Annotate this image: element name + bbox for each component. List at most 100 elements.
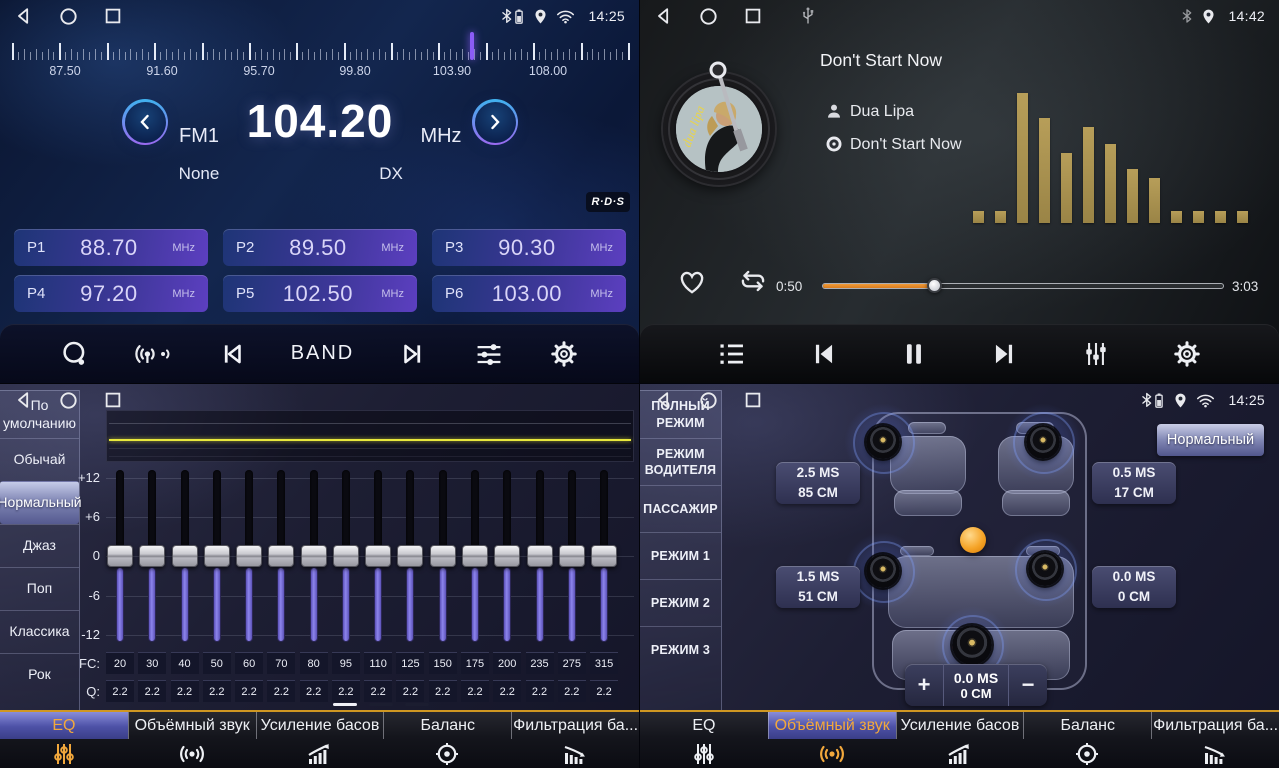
listening-position-ball[interactable]	[960, 527, 986, 553]
tune-down-button[interactable]	[122, 99, 168, 145]
settings-icon[interactable]	[1172, 339, 1202, 369]
prev-track-icon[interactable]	[217, 339, 247, 369]
stage-mode-6[interactable]: РЕЖИМ 3	[640, 626, 721, 673]
tab-eq-sliders[interactable]: EQ	[640, 712, 768, 768]
slider-handle[interactable]	[204, 545, 230, 567]
decrease-delay-button[interactable]: −	[1009, 664, 1047, 706]
slider-handle[interactable]	[301, 545, 327, 567]
pause-icon[interactable]	[901, 339, 927, 369]
tab-bass-boost[interactable]: Усиление басов	[896, 712, 1024, 768]
eq-band-slider[interactable]	[462, 470, 488, 642]
nav-home-icon[interactable]	[698, 6, 719, 27]
nav-back-icon[interactable]	[14, 389, 34, 411]
eq-preset-6[interactable]: Классика	[0, 610, 79, 653]
eq-band-slider[interactable]	[559, 470, 585, 642]
stage-mode-3[interactable]: ПАССАЖИР	[640, 485, 721, 532]
slider-handle[interactable]	[430, 545, 456, 567]
slider-handle[interactable]	[236, 545, 262, 567]
slider-handle[interactable]	[559, 545, 585, 567]
slider-handle[interactable]	[462, 545, 488, 567]
next-track-icon[interactable]	[398, 339, 428, 369]
eq-band-slider[interactable]	[430, 470, 456, 642]
nav-home-icon[interactable]	[58, 6, 79, 27]
tab-filter[interactable]: Фильтрация ба...	[511, 712, 639, 768]
nav-recents-icon[interactable]	[743, 6, 763, 26]
eq-band-slider[interactable]	[365, 470, 391, 642]
repeat-icon[interactable]	[736, 266, 770, 296]
tab-bass-boost[interactable]: Усиление басов	[256, 712, 384, 768]
preset-button-p5[interactable]: P5102.50MHz	[223, 275, 417, 312]
stage-mode-5[interactable]: РЕЖИМ 2	[640, 579, 721, 626]
delay-rear-right-button[interactable]: 0.0 MS 0 CM	[1092, 566, 1176, 608]
eq-preset-3[interactable]: Нормальный	[0, 481, 79, 524]
eq-band-slider[interactable]	[301, 470, 327, 642]
prev-solid-icon[interactable]	[808, 339, 840, 369]
slider-handle[interactable]	[139, 545, 165, 567]
eq-preset-2[interactable]: Обычай	[0, 438, 79, 481]
scan-icon[interactable]	[60, 339, 90, 369]
slider-handle[interactable]	[397, 545, 423, 567]
nav-recents-icon[interactable]	[743, 390, 763, 410]
next-solid-icon[interactable]	[988, 339, 1020, 369]
stage-mode-2[interactable]: РЕЖИМ ВОДИТЕЛЯ	[640, 438, 721, 485]
slider-handle[interactable]	[365, 545, 391, 567]
favorite-icon[interactable]	[676, 266, 708, 296]
frequency-dial[interactable]	[12, 36, 628, 62]
increase-delay-button[interactable]: +	[905, 664, 943, 706]
preset-button-p2[interactable]: P289.50MHz	[223, 229, 417, 266]
slider-handle[interactable]	[107, 545, 133, 567]
slider-handle[interactable]	[591, 545, 617, 567]
preset-button-p3[interactable]: P390.30MHz	[432, 229, 626, 266]
tab-filter[interactable]: Фильтрация ба...	[1151, 712, 1279, 768]
eq-band-slider[interactable]	[397, 470, 423, 642]
eq-band-slider[interactable]	[236, 470, 262, 642]
stage-mode-4[interactable]: РЕЖИМ 1	[640, 532, 721, 579]
tab-surround[interactable]: Объёмный звук	[768, 712, 896, 768]
mixer-icon[interactable]	[1081, 339, 1111, 369]
dial-pointer[interactable]	[470, 32, 474, 60]
seek-knob[interactable]	[927, 278, 942, 293]
eq-preset-4[interactable]: Джаз	[0, 524, 79, 567]
eq-band-slider[interactable]	[527, 470, 553, 642]
fader-icon[interactable]	[473, 339, 505, 369]
tune-up-button[interactable]	[472, 99, 518, 145]
tab-eq-sliders[interactable]: EQ	[0, 712, 128, 768]
delay-rear-left-button[interactable]: 1.5 MS 51 CM	[776, 566, 860, 608]
eq-band-slider[interactable]	[591, 470, 617, 642]
preset-button-p4[interactable]: P497.20MHz	[14, 275, 208, 312]
slider-handle[interactable]	[172, 545, 198, 567]
eq-band-slider[interactable]	[204, 470, 230, 642]
eq-preset-5[interactable]: Поп	[0, 567, 79, 610]
nav-recents-icon[interactable]	[103, 390, 123, 410]
seek-bar[interactable]	[822, 283, 1224, 289]
preset-button-p6[interactable]: P6103.00MHz	[432, 275, 626, 312]
nav-back-icon[interactable]	[14, 5, 34, 27]
slider-handle[interactable]	[333, 545, 359, 567]
eq-band-slider[interactable]	[139, 470, 165, 642]
slider-handle[interactable]	[527, 545, 553, 567]
sound-profile-button[interactable]: Нормальный	[1157, 424, 1264, 456]
delay-front-left-button[interactable]: 2.5 MS 85 CM	[776, 462, 860, 504]
tab-surround[interactable]: Объёмный звук	[128, 712, 256, 768]
eq-band-slider[interactable]	[333, 470, 359, 642]
tab-balance[interactable]: Баланс	[1023, 712, 1151, 768]
band-button[interactable]: BAND	[291, 342, 355, 365]
playlist-icon[interactable]	[717, 340, 747, 368]
eq-preset-7[interactable]: Рок	[0, 653, 79, 696]
slider-handle[interactable]	[268, 545, 294, 567]
nav-home-icon[interactable]	[698, 390, 719, 411]
eq-band-slider[interactable]	[107, 470, 133, 642]
eq-band-slider[interactable]	[172, 470, 198, 642]
delay-front-right-button[interactable]: 0.5 MS 17 CM	[1092, 462, 1176, 504]
tab-balance[interactable]: Баланс	[383, 712, 511, 768]
eq-band-slider[interactable]	[268, 470, 294, 642]
eq-band-slider[interactable]	[494, 470, 520, 642]
slider-handle[interactable]	[494, 545, 520, 567]
nav-back-icon[interactable]	[654, 5, 674, 27]
nav-recents-icon[interactable]	[103, 6, 123, 26]
nav-home-icon[interactable]	[58, 390, 79, 411]
settings-icon[interactable]	[549, 339, 579, 369]
nav-back-icon[interactable]	[654, 389, 674, 411]
broadcast-icon[interactable]	[134, 339, 172, 369]
preset-button-p1[interactable]: P188.70MHz	[14, 229, 208, 266]
